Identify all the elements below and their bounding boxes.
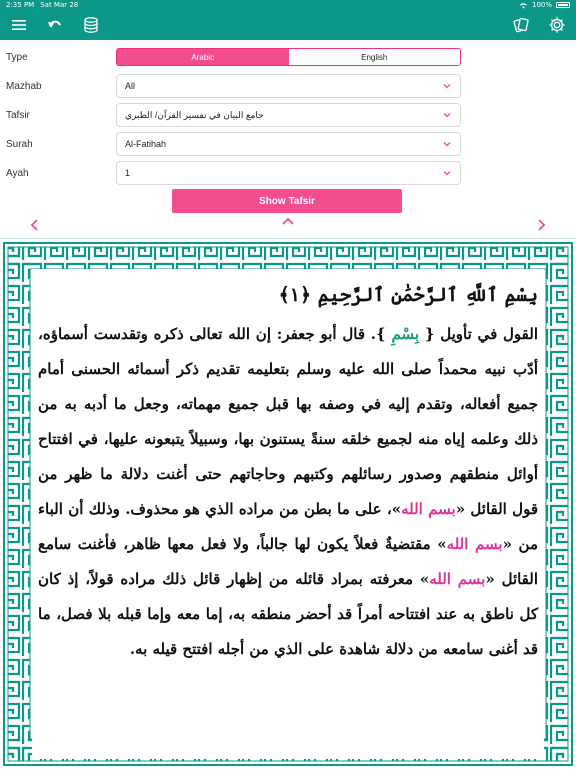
surah-row: Surah Al-Fatihah [0, 130, 576, 158]
surah-label: Surah [6, 138, 33, 150]
surah-select[interactable]: Al-Fatihah [116, 132, 461, 156]
gear-icon[interactable] [548, 16, 566, 34]
segment-english[interactable]: English [288, 49, 460, 65]
ayah-select[interactable]: 1 [116, 161, 461, 185]
status-time: 2:35 PM [6, 1, 35, 9]
tafsir-label: Tafsir [6, 109, 30, 121]
show-tafsir-button[interactable]: Show Tafsir [172, 189, 402, 213]
ayah-value: 1 [125, 168, 131, 178]
mazhab-select[interactable]: All [116, 74, 461, 98]
quran-word: بِسْمِ [391, 325, 420, 343]
basmala-quote: بسم الله [401, 500, 456, 518]
type-row: Type Arabic English [0, 43, 576, 71]
chevron-down-icon [443, 84, 451, 89]
battery-percent: 100% [531, 1, 552, 9]
battery-icon [556, 2, 570, 8]
type-label: Type [6, 51, 28, 63]
tafsir-content: بِسْمِ ٱللَّهِ ٱلرَّحْمَٰنِ ٱلرَّحِيمِ ﴿… [32, 269, 544, 759]
type-segmented-control: Arabic English [116, 48, 461, 66]
navigation-row [0, 213, 576, 239]
basmala-quote: بسم الله [429, 570, 486, 588]
chevron-up-icon[interactable] [281, 215, 295, 229]
tafsir-select[interactable]: جامع البيان في تفسير القرآن/ الطبري [116, 103, 461, 127]
undo-icon[interactable] [46, 16, 64, 34]
basmala-quote: بسم الله [446, 535, 503, 553]
toolbar [0, 10, 576, 40]
settings-form: Type Arabic English Mazhab All Tafsir جا… [0, 40, 576, 213]
ayah-row: Ayah 1 [0, 159, 576, 187]
status-bar: 2:35 PM Sat Mar 28 100% [0, 0, 576, 10]
tafsir-value: جامع البيان في تفسير القرآن/ الطبري [125, 109, 264, 120]
surah-value: Al-Fatihah [125, 139, 167, 149]
menu-icon[interactable] [10, 16, 28, 34]
chevron-down-icon [443, 171, 451, 176]
tafsir-text-part: القول في تأويل { [424, 325, 538, 343]
database-icon[interactable] [82, 16, 100, 34]
chevron-down-icon [443, 142, 451, 147]
cards-icon[interactable] [512, 16, 530, 34]
segment-arabic[interactable]: Arabic [117, 49, 289, 65]
ayah-label: Ayah [6, 167, 29, 179]
chevron-down-icon [443, 113, 451, 118]
mazhab-value: All [125, 81, 136, 91]
mazhab-label: Mazhab [6, 80, 42, 92]
mazhab-row: Mazhab All [0, 72, 576, 100]
chevron-left-icon[interactable] [28, 218, 42, 232]
status-date: Sat Mar 28 [40, 1, 79, 9]
tafsir-text: القول في تأويل { بِسْمِ }. قال أبو جعفر:… [32, 317, 544, 667]
wifi-icon [519, 2, 527, 9]
tafsir-row: Tafsir جامع البيان في تفسير القرآن/ الطب… [0, 101, 576, 129]
tafsir-frame: بِسْمِ ٱللَّهِ ٱلرَّحْمَٰنِ ٱلرَّحِيمِ ﴿… [0, 238, 576, 768]
chevron-right-icon[interactable] [534, 218, 548, 232]
tafsir-text-part: }. قال أبو جعفر: إن الله تعالى ذكره وتقد… [38, 325, 538, 518]
ayah-text: بِسْمِ ٱللَّهِ ٱلرَّحْمَٰنِ ٱلرَّحِيمِ ﴿… [278, 284, 538, 306]
